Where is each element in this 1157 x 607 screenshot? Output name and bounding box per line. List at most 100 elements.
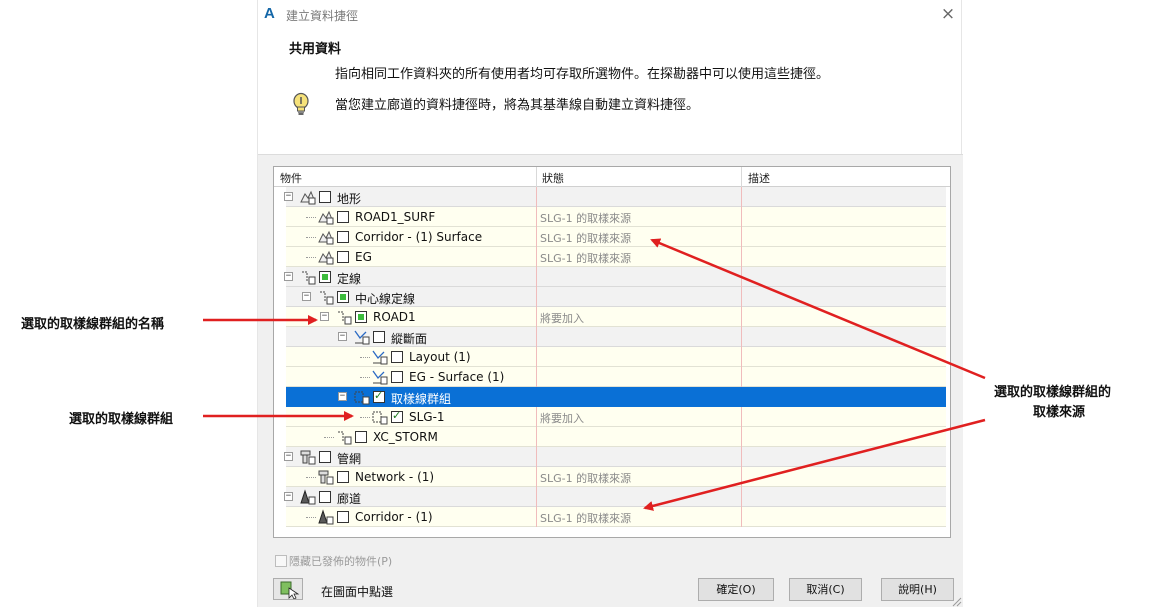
row-status: SLG-1 的取樣來源 (540, 212, 632, 225)
collapse-toggle-icon[interactable]: − (284, 492, 293, 501)
row-background (286, 447, 946, 467)
row-background (286, 327, 946, 347)
tree-row[interactable]: − 定線 (274, 267, 950, 287)
tree-row[interactable]: Layout (1) (274, 347, 950, 367)
row-label: Layout (1) (409, 350, 471, 364)
row-checkbox[interactable] (319, 191, 331, 203)
hide-published-checkbox[interactable] (275, 555, 287, 567)
tree-connector (306, 517, 316, 518)
row-checkbox[interactable] (355, 311, 367, 323)
tree-row[interactable]: ROAD1_SURF SLG-1 的取樣來源 (274, 207, 950, 227)
row-checkbox[interactable] (337, 211, 349, 223)
column-grid-line (536, 227, 537, 247)
tree-row[interactable]: Network - (1) SLG-1 的取樣來源 (274, 467, 950, 487)
column-object[interactable]: 物件 (280, 170, 302, 186)
annotation-group: 選取的取樣線群組 (69, 412, 174, 427)
column-grid-line (741, 307, 742, 327)
collapse-toggle-icon[interactable]: − (284, 272, 293, 281)
alignment-icon (320, 291, 334, 305)
row-checkbox[interactable] (337, 471, 349, 483)
column-description[interactable]: 描述 (748, 170, 770, 186)
row-background (286, 487, 946, 507)
collapse-toggle-icon[interactable]: − (284, 192, 293, 201)
column-grid-line (741, 367, 742, 387)
tree-connector (306, 477, 316, 478)
tree-row[interactable]: − 縱斷面 (274, 327, 950, 347)
tree-row[interactable]: Corridor - (1) SLG-1 的取樣來源 (274, 507, 950, 527)
tree-row[interactable]: Corridor - (1) Surface SLG-1 的取樣來源 (274, 227, 950, 247)
row-checkbox[interactable] (337, 511, 349, 523)
row-checkbox[interactable] (391, 371, 403, 383)
surface-icon (300, 190, 316, 205)
row-label: Network - (1) (355, 470, 435, 484)
cancel-button[interactable]: 取消(C) (789, 578, 862, 601)
tree-row[interactable]: − ROAD1 將要加入 (274, 307, 950, 327)
row-label: ROAD1_SURF (355, 210, 436, 224)
collapse-toggle-icon[interactable]: − (338, 332, 347, 341)
tree-row[interactable]: − 廊道 (274, 487, 950, 507)
objects-panel: 物件 狀態 描述 − 地形 ROAD1_SURF SLG-1 的取樣來源 Corrido… (258, 154, 963, 607)
column-grid-line (741, 207, 742, 227)
collapse-toggle-icon[interactable]: − (302, 292, 311, 301)
tree-row[interactable]: − 取樣線群組 (274, 387, 950, 407)
row-checkbox[interactable] (319, 271, 331, 283)
row-label: 廊道 (337, 492, 362, 506)
sample-line-group-icon (372, 411, 388, 425)
resize-grip-icon[interactable] (950, 595, 962, 607)
row-background (286, 267, 946, 287)
row-checkbox[interactable] (391, 409, 403, 423)
column-grid-line (536, 507, 537, 527)
help-button[interactable]: 說明(H) (881, 578, 954, 601)
row-checkbox[interactable] (391, 351, 403, 363)
row-label: ROAD1 (373, 310, 416, 324)
row-status: SLG-1 的取樣來源 (540, 252, 632, 265)
title-bar: A 建立資料捷徑 × (258, 0, 963, 28)
tree-row[interactable]: EG - Surface (1) (274, 367, 950, 387)
pick-in-drawing-button[interactable] (273, 578, 303, 600)
corridor-icon (318, 509, 334, 525)
column-grid-line (536, 267, 537, 287)
row-checkbox[interactable] (373, 331, 385, 343)
row-checkbox[interactable] (355, 431, 367, 443)
tree-row[interactable]: SLG-1 將要加入 (274, 407, 950, 427)
column-grid-line (536, 347, 537, 367)
row-checkbox[interactable] (373, 389, 385, 403)
row-checkbox[interactable] (337, 291, 349, 303)
pick-in-drawing-label: 在圖面中點選 (321, 585, 394, 599)
collapse-toggle-icon[interactable]: − (284, 452, 293, 461)
column-grid-line (536, 427, 537, 447)
row-checkbox[interactable] (337, 251, 349, 263)
row-label: 縱斷面 (391, 332, 428, 346)
collapse-toggle-icon[interactable]: − (338, 392, 347, 401)
row-checkbox[interactable] (319, 491, 331, 503)
row-label: 地形 (337, 192, 362, 206)
objects-tree[interactable]: 物件 狀態 描述 − 地形 ROAD1_SURF SLG-1 的取樣來源 Corrido… (273, 166, 951, 538)
tree-row[interactable]: EG SLG-1 的取樣來源 (274, 247, 950, 267)
tree-row[interactable]: − 中心線定線 (274, 287, 950, 307)
column-grid-line (741, 427, 742, 447)
row-checkbox[interactable] (319, 451, 331, 463)
column-grid-line (741, 487, 742, 507)
row-label: 取樣線群組 (391, 392, 452, 406)
annotation-source-line2: 取樣來源 (1033, 405, 1086, 420)
column-grid-line (536, 387, 537, 407)
column-grid-line (536, 287, 537, 307)
autocad-app-icon: A (264, 5, 275, 22)
row-status: 將要加入 (540, 312, 584, 325)
column-status[interactable]: 狀態 (542, 170, 564, 186)
lightbulb-tip-icon (293, 92, 309, 115)
tree-row[interactable]: XC_STORM (274, 427, 950, 447)
column-grid-line (536, 447, 537, 467)
row-label: EG - Surface (1) (409, 370, 505, 384)
collapse-toggle-icon[interactable]: − (320, 312, 329, 321)
close-button[interactable]: × (938, 4, 958, 24)
row-checkbox[interactable] (337, 231, 349, 243)
window-title: 建立資料捷徑 (286, 9, 359, 23)
tree-row[interactable]: − 管網 (274, 447, 950, 467)
ok-button[interactable]: 確定(O) (698, 578, 774, 601)
column-grid-line (741, 507, 742, 527)
row-status: SLG-1 的取樣來源 (540, 512, 632, 525)
tree-row[interactable]: − 地形 (274, 187, 950, 207)
profile-icon (372, 370, 388, 385)
column-grid-line (536, 207, 537, 227)
